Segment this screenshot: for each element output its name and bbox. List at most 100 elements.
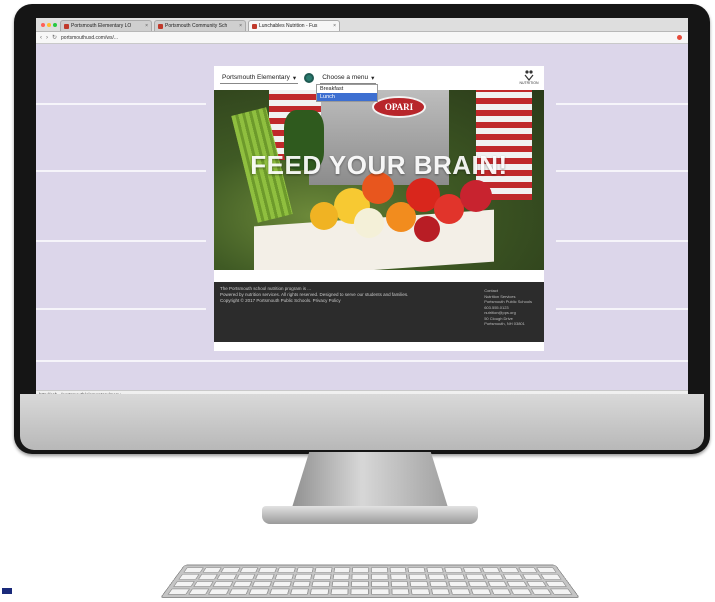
menu-dropdown: Breakfast Lunch xyxy=(316,84,378,102)
keyboard-key xyxy=(314,567,333,573)
keyboard-key xyxy=(506,581,528,587)
keyboard-key xyxy=(220,567,241,573)
keyboard-key xyxy=(540,573,562,580)
keyboard-key xyxy=(309,588,330,595)
logo-text: NUTRITION xyxy=(519,81,539,85)
keyboard-key xyxy=(183,567,204,573)
keyboard-key xyxy=(351,573,370,580)
menu-select[interactable]: Choose a menu ▾ xyxy=(320,73,377,84)
forward-icon[interactable]: › xyxy=(46,35,48,41)
hero-banner: OPARI FEED YOUR BRAIN! xyxy=(214,90,544,270)
favicon-icon xyxy=(158,23,163,29)
browser-tab-2[interactable]: Portsmouth Community Sch × xyxy=(154,20,246,31)
keyboard-key xyxy=(426,567,445,573)
tab-label: Portsmouth Elementary LO xyxy=(71,23,132,29)
keyboard-key xyxy=(510,588,532,595)
keyboard-key xyxy=(331,581,350,587)
close-tab-icon[interactable]: × xyxy=(333,21,336,31)
reload-icon[interactable]: ↻ xyxy=(52,34,57,41)
window-controls xyxy=(38,19,60,31)
keyboard-key xyxy=(167,588,190,595)
keyboard-key xyxy=(370,573,389,580)
keyboard-key xyxy=(178,573,200,580)
keyboard-key xyxy=(465,573,485,580)
keyboard-key xyxy=(277,567,296,573)
keyboard-key xyxy=(481,567,501,573)
close-window-icon[interactable] xyxy=(41,23,45,27)
tab-label: Portsmouth Community Sch xyxy=(165,23,228,29)
corner-mark xyxy=(2,588,12,594)
keyboard-key xyxy=(410,588,431,595)
keyboard-key xyxy=(352,567,370,573)
site-logo[interactable]: NUTRITION xyxy=(519,69,539,87)
keyboard-key xyxy=(351,581,370,587)
tab-bar: Portsmouth Elementary LO × Portsmouth Co… xyxy=(36,18,688,32)
keyboard-key xyxy=(502,573,524,580)
bg-stripe xyxy=(36,308,206,310)
keyboard-key xyxy=(370,581,389,587)
minimize-window-icon[interactable] xyxy=(47,23,51,27)
keyboard-key xyxy=(467,581,488,587)
keyboard-key xyxy=(389,573,408,580)
keyboard-key xyxy=(470,588,492,595)
onion xyxy=(354,208,384,238)
keyboard-key xyxy=(232,581,253,587)
menu-option-breakfast[interactable]: Breakfast xyxy=(317,85,377,93)
url-field[interactable]: portsmouthusd.com/ws/... xyxy=(61,35,118,41)
keyboard-key xyxy=(462,567,482,573)
bg-stripe xyxy=(36,170,206,172)
school-select[interactable]: Portsmouth Elementary ▾ xyxy=(220,73,299,84)
go-button[interactable] xyxy=(304,73,315,83)
keyboard-key xyxy=(332,573,351,580)
address-bar: ‹ › ↻ portsmouthusd.com/ws/... xyxy=(36,32,688,44)
keyboard-key xyxy=(216,573,238,580)
keyboard-key xyxy=(390,581,409,587)
keyboard-key xyxy=(212,581,234,587)
keyboard-key xyxy=(444,567,463,573)
keyboard-key xyxy=(430,588,451,595)
bg-stripe xyxy=(36,103,206,105)
close-tab-icon[interactable]: × xyxy=(239,21,242,31)
contact-line: Portsmouth Public Schools xyxy=(484,299,532,304)
browser-tab-3[interactable]: Lunchables Nutrition - Fus × xyxy=(248,20,340,31)
pepper-yellow-2 xyxy=(310,202,338,230)
keyboard-key xyxy=(517,567,539,573)
bg-stripe xyxy=(556,308,688,310)
keyboard-key xyxy=(333,567,351,573)
menu-select-value: Choose a menu xyxy=(322,74,369,81)
menu-option-lunch[interactable]: Lunch xyxy=(317,93,377,101)
close-tab-icon[interactable]: × xyxy=(145,21,148,31)
bg-stripe xyxy=(556,170,688,172)
keyboard-key xyxy=(197,573,219,580)
extension-icon[interactable] xyxy=(677,35,682,40)
keyboard-key xyxy=(248,588,270,595)
chevron-down-icon: ▾ xyxy=(292,74,297,82)
bg-stripe xyxy=(556,103,688,105)
browser-tab-1[interactable]: Portsmouth Elementary LO × xyxy=(60,20,152,31)
monitor-chin xyxy=(20,394,704,450)
keyboard-key xyxy=(408,573,427,580)
maximize-window-icon[interactable] xyxy=(53,23,57,27)
monitor: Portsmouth Elementary LO × Portsmouth Co… xyxy=(14,4,710,454)
screen: Portsmouth Elementary LO × Portsmouth Co… xyxy=(36,18,688,398)
brand-badge: OPARI xyxy=(372,96,426,118)
back-icon[interactable]: ‹ xyxy=(40,35,42,41)
contact-line: Portsmouth, NH 03801 xyxy=(484,321,525,326)
tab-label: Lunchables Nutrition - Fus xyxy=(259,23,318,29)
keyboard-key xyxy=(187,588,210,595)
chevron-down-icon: ▾ xyxy=(371,74,375,82)
keyboard-key xyxy=(293,573,313,580)
keyboard-key xyxy=(429,581,449,587)
bg-stripe xyxy=(36,360,688,362)
hero-spacer xyxy=(214,270,544,282)
keyboard-key xyxy=(427,573,447,580)
keyboard-key xyxy=(490,588,512,595)
keyboard-key xyxy=(370,567,388,573)
keyboard-key xyxy=(409,581,429,587)
tomato-3 xyxy=(460,180,492,212)
keyboard-key xyxy=(530,588,553,595)
keyboard-key xyxy=(311,581,331,587)
footer-contact: Contact Nutrition Services Portsmouth Pu… xyxy=(484,288,532,327)
nutrition-logo-icon xyxy=(524,70,534,81)
favicon-icon xyxy=(64,23,69,29)
